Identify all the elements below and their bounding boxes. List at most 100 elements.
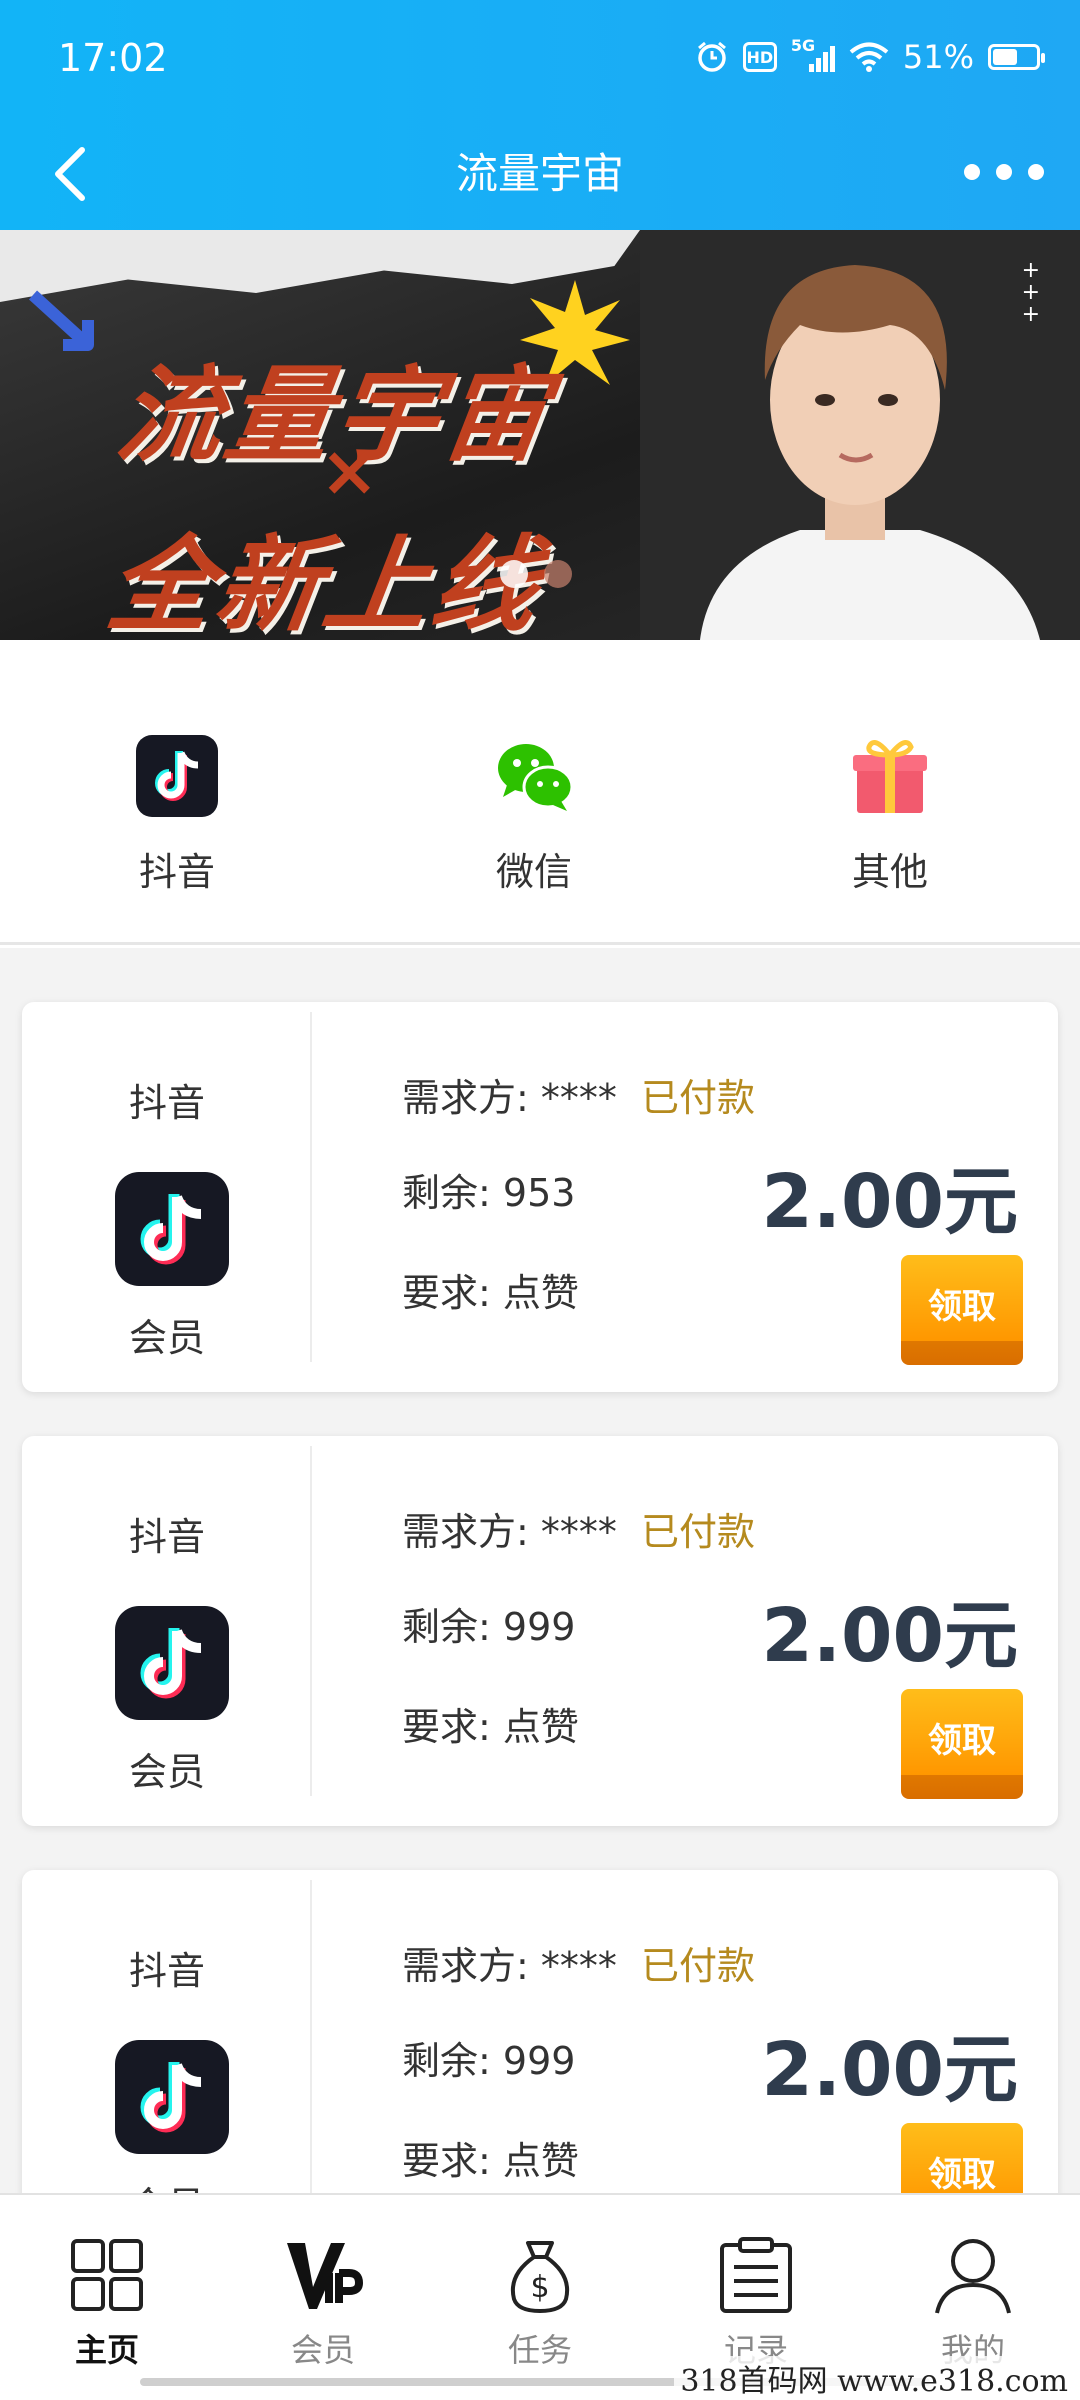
douyin-icon <box>115 1606 229 1720</box>
category-label: 抖音 <box>138 850 215 894</box>
claim-button[interactable]: 领取 <box>901 2123 1023 2193</box>
vip-icon <box>287 2243 364 2309</box>
hd-icon: HD <box>742 42 777 72</box>
remaining-label: 剩余: <box>402 1171 491 1215</box>
douyin-icon <box>115 2040 229 2154</box>
money-bag-icon: $ <box>511 2241 569 2314</box>
task-platform: 抖音 <box>128 1081 205 1125</box>
gift-icon <box>853 740 927 813</box>
task-card[interactable]: 抖音 会员 需求方: **** 已付款 剩余: 999 要求: 点赞 2.00元… <box>22 1870 1058 2193</box>
wechat-icon <box>498 744 574 811</box>
more-dot <box>1028 164 1044 180</box>
requirement-value: 点赞 <box>502 2139 579 2183</box>
category-other[interactable]: 其他 <box>790 735 990 896</box>
payment-status: 已付款 <box>641 1944 756 1988</box>
task-platform-panel: 抖音 会员 <box>22 1870 312 2193</box>
task-member-label: 会员 <box>128 1750 205 1794</box>
requester-label: 需求方: <box>402 1510 529 1554</box>
requester-value: **** <box>540 1944 617 1988</box>
home-grid-icon <box>71 2239 143 2311</box>
clipboard-icon <box>720 2237 792 2313</box>
claim-button[interactable]: 领取 <box>901 1689 1023 1799</box>
site-watermark: 318首码网 www.e318.com <box>674 2356 1074 2400</box>
task-platform: 抖音 <box>128 1949 205 1993</box>
more-options-button[interactable] <box>964 142 1044 202</box>
task-card[interactable]: 抖音 会员 需求方: **** 已付款 剩余: 999 要求: 点赞 2.00元… <box>22 1436 1058 1826</box>
task-platform-panel: 抖音 会员 <box>22 1436 312 1826</box>
requester-label: 需求方: <box>402 1076 529 1120</box>
task-price: 2.00元 <box>761 1159 1018 1245</box>
category-label: 微信 <box>495 850 572 894</box>
requirement-label: 要求: <box>402 2139 491 2183</box>
app-header: 17:02 HD 5G 51% 流量宇宙 <box>0 0 1080 230</box>
task-member-label: 会员 <box>22 2175 312 2193</box>
status-icons: HD 5G 51% <box>695 36 1045 76</box>
task-remaining-row: 剩余: 999 <box>402 2030 575 2085</box>
page-title: 流量宇宙 <box>455 149 624 198</box>
status-bar: 17:02 HD 5G 51% <box>0 0 1080 120</box>
bottom-tab-bar: 主页 会员 $ 任务 记录 我的 318首码网 www.e318.com <box>0 2193 1080 2400</box>
task-remaining-row: 剩余: 999 <box>402 1596 575 1651</box>
task-requester-row: 需求方: **** 已付款 <box>402 1501 755 1556</box>
battery-icon <box>988 44 1045 70</box>
banner-decoration-plus: + + + <box>1021 258 1040 327</box>
tab-vip[interactable]: 会员 <box>253 2235 393 2371</box>
task-requester-row: 需求方: **** 已付款 <box>402 1935 755 1990</box>
signal-5g-icon: 5G <box>791 36 835 74</box>
task-price: 2.00元 <box>761 2027 1018 2113</box>
tab-profile[interactable]: 我的 <box>903 2235 1043 2371</box>
tab-home[interactable]: 主页 <box>37 2235 177 2371</box>
battery-percent: 51% <box>902 38 974 76</box>
category-label: 其他 <box>851 850 928 894</box>
alarm-icon <box>695 40 729 74</box>
category-wechat[interactable]: 微信 <box>434 735 634 896</box>
payment-status: 已付款 <box>641 1076 756 1120</box>
promo-banner[interactable]: 流量宇宙 × 全新上线 + + + <box>0 230 1080 640</box>
task-requirement-row: 要求: 点赞 <box>402 2130 579 2185</box>
requester-value: **** <box>540 1076 617 1120</box>
banner-pagination <box>500 560 572 588</box>
status-time: 17:02 <box>58 36 168 80</box>
requester-value: **** <box>540 1510 617 1554</box>
category-douyin[interactable]: 抖音 <box>77 735 277 896</box>
requirement-label: 要求: <box>402 1705 491 1749</box>
requirement-value: 点赞 <box>502 1705 579 1749</box>
user-icon <box>935 2239 1011 2314</box>
task-requirement-row: 要求: 点赞 <box>402 1262 579 1317</box>
task-price: 2.00元 <box>761 1593 1018 1679</box>
remaining-value: 999 <box>502 1605 576 1649</box>
requirement-label: 要求: <box>402 1271 491 1315</box>
douyin-icon <box>115 1172 229 1286</box>
claim-button[interactable]: 领取 <box>901 1255 1023 1365</box>
tab-label: 会员 <box>290 2331 355 2369</box>
remaining-label: 剩余: <box>402 1605 491 1649</box>
pagination-dot-active[interactable] <box>500 560 528 588</box>
remaining-label: 剩余: <box>402 2039 491 2083</box>
more-dot <box>996 164 1012 180</box>
task-platform: 抖音 <box>128 1515 205 1559</box>
requirement-value: 点赞 <box>502 1271 579 1315</box>
task-card[interactable]: 抖音 会员 需求方: **** 已付款 剩余: 953 要求: 点赞 2.00元… <box>22 1002 1058 1392</box>
svg-text:$: $ <box>530 2270 549 2305</box>
tab-label: 任务 <box>507 2331 572 2369</box>
banner-person-image <box>640 230 1080 640</box>
arrow-icon <box>28 290 94 351</box>
douyin-icon <box>136 735 218 817</box>
remaining-value: 999 <box>502 2039 576 2083</box>
wifi-icon <box>849 41 889 73</box>
more-dot <box>964 164 980 180</box>
tab-label: 主页 <box>74 2331 139 2369</box>
nav-bar: 流量宇宙 <box>0 120 1080 230</box>
tab-tasks[interactable]: $ 任务 <box>470 2235 610 2371</box>
tab-records[interactable]: 记录 <box>686 2235 826 2371</box>
pagination-dot[interactable] <box>544 560 572 588</box>
category-row: 抖音 微信 其他 <box>0 640 1080 945</box>
requester-label: 需求方: <box>402 1944 529 1988</box>
task-list[interactable]: 抖音 会员 需求方: **** 已付款 剩余: 953 要求: 点赞 2.00元… <box>0 948 1080 2193</box>
remaining-value: 953 <box>502 1171 576 1215</box>
payment-status: 已付款 <box>641 1510 756 1554</box>
task-requirement-row: 要求: 点赞 <box>402 1696 579 1751</box>
task-platform-panel: 抖音 会员 <box>22 1002 312 1392</box>
task-member-label: 会员 <box>128 1316 205 1360</box>
task-requester-row: 需求方: **** 已付款 <box>402 1067 755 1122</box>
